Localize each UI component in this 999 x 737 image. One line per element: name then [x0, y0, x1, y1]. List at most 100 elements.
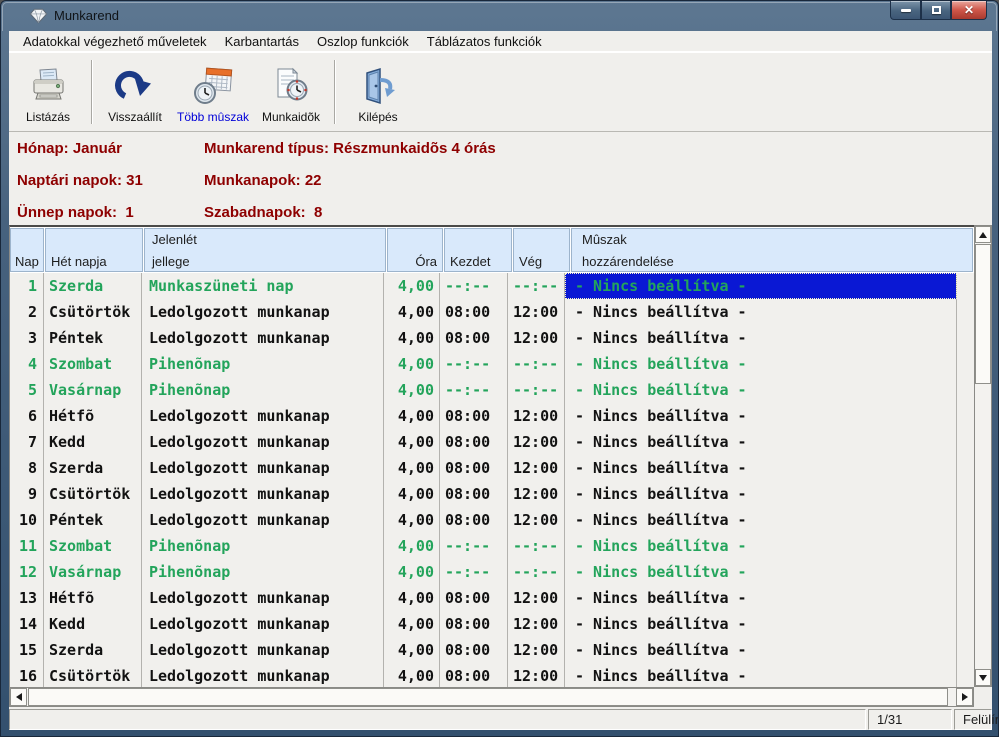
cell-attendance-type[interactable]: Ledolgozott munkanap	[142, 325, 384, 351]
table-row[interactable]: 13 Hétfõ Ledolgozott munkanap 4,00 08:00…	[10, 585, 974, 611]
table-row[interactable]: 14 Kedd Ledolgozott munkanap 4,00 08:00 …	[10, 611, 974, 637]
cell-hours[interactable]: 4,00	[384, 455, 440, 481]
cell-end-time[interactable]: 12:00	[508, 325, 565, 351]
cell-shift-assignment[interactable]: - Nincs beállítva -	[565, 507, 957, 533]
more-shifts-button[interactable]: Több mûszak	[174, 56, 252, 128]
cell-day-number[interactable]: 5	[10, 377, 44, 403]
scroll-left-button[interactable]	[10, 688, 27, 706]
cell-shift-assignment[interactable]: - Nincs beállítva -	[565, 663, 957, 687]
vertical-scrollbar[interactable]	[974, 225, 992, 687]
cell-hours[interactable]: 4,00	[384, 299, 440, 325]
cell-shift-assignment[interactable]: - Nincs beállítva -	[565, 559, 957, 585]
cell-attendance-type[interactable]: Ledolgozott munkanap	[142, 663, 384, 687]
table-row[interactable]: 10 Péntek Ledolgozott munkanap 4,00 08:0…	[10, 507, 974, 533]
table-row[interactable]: 3 Péntek Ledolgozott munkanap 4,00 08:00…	[10, 325, 974, 351]
cell-start-time[interactable]: 08:00	[440, 585, 508, 611]
cell-shift-assignment[interactable]: - Nincs beállítva -	[565, 637, 957, 663]
cell-day-number[interactable]: 11	[10, 533, 44, 559]
cell-weekday[interactable]: Kedd	[44, 429, 142, 455]
cell-attendance-type[interactable]: Pihenõnap	[142, 559, 384, 585]
cell-end-time[interactable]: 12:00	[508, 637, 565, 663]
cell-day-number[interactable]: 3	[10, 325, 44, 351]
cell-start-time[interactable]: --:--	[440, 377, 508, 403]
table-row[interactable]: 4 Szombat Pihenõnap 4,00 --:-- --:-- - N…	[10, 351, 974, 377]
cell-end-time[interactable]: 12:00	[508, 403, 565, 429]
cell-hours[interactable]: 4,00	[384, 481, 440, 507]
cell-hours[interactable]: 4,00	[384, 637, 440, 663]
table-row[interactable]: 8 Szerda Ledolgozott munkanap 4,00 08:00…	[10, 455, 974, 481]
cell-day-number[interactable]: 10	[10, 507, 44, 533]
cell-weekday[interactable]: Péntek	[44, 325, 142, 351]
cell-attendance-type[interactable]: Ledolgozott munkanap	[142, 481, 384, 507]
cell-attendance-type[interactable]: Ledolgozott munkanap	[142, 403, 384, 429]
table-row[interactable]: 2 Csütörtök Ledolgozott munkanap 4,00 08…	[10, 299, 974, 325]
cell-shift-assignment[interactable]: - Nincs beállítva -	[565, 351, 957, 377]
cell-end-time[interactable]: 12:00	[508, 299, 565, 325]
cell-day-number[interactable]: 4	[10, 351, 44, 377]
cell-start-time[interactable]: --:--	[440, 559, 508, 585]
cell-end-time[interactable]: 12:00	[508, 585, 565, 611]
cell-start-time[interactable]: 08:00	[440, 663, 508, 687]
cell-hours[interactable]: 4,00	[384, 273, 440, 299]
cell-start-time[interactable]: --:--	[440, 351, 508, 377]
cell-hours[interactable]: 4,00	[384, 403, 440, 429]
cell-shift-assignment[interactable]: - Nincs beállítva -	[565, 585, 957, 611]
cell-day-number[interactable]: 14	[10, 611, 44, 637]
cell-attendance-type[interactable]: Ledolgozott munkanap	[142, 299, 384, 325]
cell-hours[interactable]: 4,00	[384, 429, 440, 455]
vertical-scroll-thumb[interactable]	[975, 244, 991, 384]
cell-attendance-type[interactable]: Ledolgozott munkanap	[142, 585, 384, 611]
cell-weekday[interactable]: Csütörtök	[44, 663, 142, 687]
cell-hours[interactable]: 4,00	[384, 585, 440, 611]
horizontal-scrollbar[interactable]	[9, 687, 974, 707]
cell-weekday[interactable]: Hétfõ	[44, 585, 142, 611]
horizontal-scroll-thumb[interactable]	[28, 688, 948, 706]
cell-weekday[interactable]: Kedd	[44, 611, 142, 637]
table-row[interactable]: 9 Csütörtök Ledolgozott munkanap 4,00 08…	[10, 481, 974, 507]
cell-hours[interactable]: 4,00	[384, 351, 440, 377]
cell-weekday[interactable]: Csütörtök	[44, 481, 142, 507]
menu-item-column-functions[interactable]: Oszlop funkciók	[308, 31, 418, 51]
table-row[interactable]: 16 Csütörtök Ledolgozott munkanap 4,00 0…	[10, 663, 974, 687]
table-row[interactable]: 7 Kedd Ledolgozott munkanap 4,00 08:00 1…	[10, 429, 974, 455]
cell-end-time[interactable]: 12:00	[508, 481, 565, 507]
cell-weekday[interactable]: Szombat	[44, 351, 142, 377]
cell-shift-assignment[interactable]: - Nincs beállítva -	[565, 429, 957, 455]
cell-start-time[interactable]: 08:00	[440, 429, 508, 455]
cell-end-time[interactable]: --:--	[508, 377, 565, 403]
cell-shift-assignment[interactable]: - Nincs beállítva -	[565, 377, 957, 403]
cell-weekday[interactable]: Szerda	[44, 455, 142, 481]
cell-attendance-type[interactable]: Ledolgozott munkanap	[142, 455, 384, 481]
cell-day-number[interactable]: 7	[10, 429, 44, 455]
menu-item-maintenance[interactable]: Karbantartás	[216, 31, 308, 51]
cell-weekday[interactable]: Szerda	[44, 273, 142, 299]
cell-hours[interactable]: 4,00	[384, 325, 440, 351]
cell-attendance-type[interactable]: Ledolgozott munkanap	[142, 507, 384, 533]
work-times-button[interactable]: Munkaidõk	[252, 56, 330, 128]
cell-day-number[interactable]: 9	[10, 481, 44, 507]
cell-attendance-type[interactable]: Munkaszüneti nap	[142, 273, 384, 299]
table-row[interactable]: 6 Hétfõ Ledolgozott munkanap 4,00 08:00 …	[10, 403, 974, 429]
cell-day-number[interactable]: 13	[10, 585, 44, 611]
table-row[interactable]: 12 Vasárnap Pihenõnap 4,00 --:-- --:-- -…	[10, 559, 974, 585]
table-row[interactable]: 5 Vasárnap Pihenõnap 4,00 --:-- --:-- - …	[10, 377, 974, 403]
cell-start-time[interactable]: 08:00	[440, 507, 508, 533]
cell-shift-assignment[interactable]: - Nincs beállítva -	[565, 273, 957, 299]
menu-item-data-operations[interactable]: Adatokkal végezhető műveletek	[14, 31, 216, 51]
scroll-right-button[interactable]	[956, 688, 973, 706]
cell-start-time[interactable]: 08:00	[440, 481, 508, 507]
cell-start-time[interactable]: --:--	[440, 533, 508, 559]
cell-shift-assignment[interactable]: - Nincs beállítva -	[565, 455, 957, 481]
cell-shift-assignment[interactable]: - Nincs beállítva -	[565, 325, 957, 351]
cell-weekday[interactable]: Hétfõ	[44, 403, 142, 429]
maximize-button[interactable]	[921, 1, 951, 20]
cell-end-time[interactable]: 12:00	[508, 663, 565, 687]
cell-hours[interactable]: 4,00	[384, 533, 440, 559]
cell-day-number[interactable]: 8	[10, 455, 44, 481]
cell-weekday[interactable]: Péntek	[44, 507, 142, 533]
cell-attendance-type[interactable]: Ledolgozott munkanap	[142, 637, 384, 663]
title-bar[interactable]: Munkarend ✕	[1, 1, 998, 31]
cell-end-time[interactable]: 12:00	[508, 455, 565, 481]
cell-start-time[interactable]: 08:00	[440, 611, 508, 637]
cell-attendance-type[interactable]: Ledolgozott munkanap	[142, 429, 384, 455]
